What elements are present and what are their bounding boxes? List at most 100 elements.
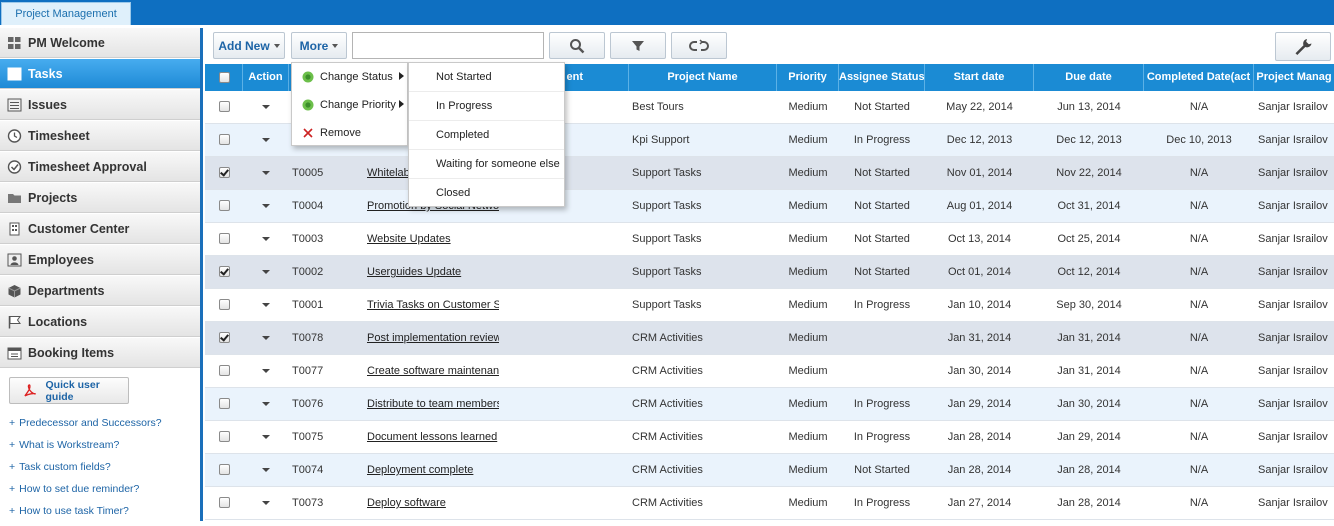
header-start-date[interactable]: Start date	[925, 64, 1034, 91]
menu-item-label: Remove	[320, 127, 361, 139]
header-assignee-status[interactable]: Assignee Status	[839, 64, 925, 91]
task-name-link[interactable]: Document lessons learned	[367, 421, 499, 453]
table-row[interactable]: T0002 Userguides Update Support Tasks Mediu…	[205, 256, 1334, 289]
sidebar-item-issues[interactable]: Issues	[0, 90, 200, 120]
sidebar-item-employees[interactable]: Employees	[0, 245, 200, 275]
help-link-label: How to use task Timer?	[19, 505, 129, 517]
table-row[interactable]: T0001 Trivia Tasks on Customer S Support T…	[205, 289, 1334, 322]
row-checkbox[interactable]	[219, 431, 230, 442]
table-row[interactable]: T0003 Website Updates Support Tasks Medium N…	[205, 223, 1334, 256]
row-checkbox[interactable]	[219, 266, 230, 277]
header-project-manager[interactable]: Project Manag	[1254, 64, 1334, 91]
help-link[interactable]: + Predecessor and Successors?	[9, 416, 162, 438]
header-project-name[interactable]: Project Name	[629, 64, 777, 91]
plus-icon: +	[9, 483, 16, 495]
chevron-down-icon[interactable]	[262, 270, 270, 274]
chevron-down-icon[interactable]	[262, 435, 270, 439]
menu-item-change-priority[interactable]: Change Priority	[292, 91, 407, 119]
chevron-down-icon[interactable]	[262, 303, 270, 307]
assignee-status	[839, 355, 925, 387]
submenu-item-completed[interactable]: Completed	[409, 121, 564, 150]
table-row[interactable]: T0074 Deployment complete CRM Activities Me…	[205, 454, 1334, 487]
chevron-down-icon[interactable]	[262, 105, 270, 109]
quick-user-guide-button[interactable]: Quick user guide	[9, 377, 129, 404]
header-due-date[interactable]: Due date	[1034, 64, 1144, 91]
search-input[interactable]	[352, 32, 544, 59]
header-action[interactable]: Action	[243, 64, 289, 91]
project-manager: Sanjar Israilov	[1258, 365, 1328, 377]
help-link[interactable]: + Task custom fields?	[9, 460, 162, 482]
table-row[interactable]: T0073 Deploy software CRM Activities Medium…	[205, 487, 1334, 520]
project-name: Support Tasks	[632, 200, 702, 212]
menu-item-change-status[interactable]: Change Status	[292, 63, 407, 91]
sidebar-divider[interactable]	[200, 28, 203, 521]
chevron-down-icon[interactable]	[262, 501, 270, 505]
task-name-link[interactable]: Create software maintenan	[367, 355, 499, 387]
task-name-link[interactable]: Post implementation review	[367, 322, 499, 354]
table-row[interactable]: T0077 Create software maintenan CRM Activi…	[205, 355, 1334, 388]
refresh-button[interactable]	[671, 32, 727, 59]
sidebar-item-pm-welcome[interactable]: PM Welcome	[0, 28, 200, 58]
task-name-link[interactable]: Website Updates	[367, 223, 499, 255]
row-checkbox[interactable]	[219, 398, 230, 409]
help-link[interactable]: + How to set due reminder?	[9, 482, 162, 504]
row-checkbox[interactable]	[219, 299, 230, 310]
submenu-item-in-progress[interactable]: In Progress	[409, 92, 564, 121]
sidebar-item-departments[interactable]: Departments	[0, 276, 200, 306]
header-completed-date[interactable]: Completed Date(act	[1144, 64, 1254, 91]
chevron-down-icon[interactable]	[262, 204, 270, 208]
row-checkbox[interactable]	[219, 233, 230, 244]
row-checkbox[interactable]	[219, 101, 230, 112]
sidebar-item-booking-items[interactable]: Booking Items	[0, 338, 200, 368]
task-name-link[interactable]: Userguides Update	[367, 256, 499, 288]
row-checkbox[interactable]	[219, 167, 230, 178]
search-button[interactable]	[549, 32, 605, 59]
table-row[interactable]: T0075 Document lessons learned CRM Activit…	[205, 421, 1334, 454]
task-name-link[interactable]: Trivia Tasks on Customer S	[367, 289, 499, 321]
filter-button[interactable]	[610, 32, 666, 59]
table-row[interactable]: T0004Promotion by Social NetworSupport T…	[205, 190, 1334, 223]
settings-button[interactable]	[1275, 32, 1331, 61]
row-checkbox[interactable]	[219, 497, 230, 508]
help-link[interactable]: + What is Workstream?	[9, 438, 162, 460]
chevron-down-icon[interactable]	[262, 402, 270, 406]
sidebar-item-label: Projects	[28, 190, 78, 205]
table-row[interactable]: T0076 Distribute to team members CRM Activ…	[205, 388, 1334, 421]
select-all-checkbox[interactable]	[219, 72, 230, 83]
header-priority[interactable]: Priority	[777, 64, 839, 91]
sidebar-item-projects[interactable]: Projects	[0, 183, 200, 213]
task-name-link[interactable]: Deployment complete	[367, 454, 499, 486]
row-checkbox[interactable]	[219, 332, 230, 343]
row-checkbox[interactable]	[219, 200, 230, 211]
task-name-link[interactable]: Deploy software	[367, 487, 499, 519]
more-button[interactable]: More	[291, 32, 347, 59]
sidebar-item-timesheet[interactable]: Timesheet	[0, 121, 200, 151]
task-id: T0075	[292, 431, 324, 443]
start-date: Jan 10, 2014	[947, 299, 1012, 311]
chevron-down-icon[interactable]	[262, 171, 270, 175]
sidebar-item-tasks[interactable]: Tasks	[0, 59, 200, 89]
chevron-down-icon[interactable]	[262, 468, 270, 472]
due-date: Oct 31, 2014	[1057, 200, 1121, 212]
chevron-down-icon[interactable]	[262, 336, 270, 340]
chevron-down-icon[interactable]	[262, 369, 270, 373]
row-checkbox[interactable]	[219, 134, 230, 145]
app-tab-project-management[interactable]: Project Management	[1, 2, 131, 25]
add-new-button[interactable]: Add New	[213, 32, 285, 59]
row-checkbox[interactable]	[219, 365, 230, 376]
chevron-down-icon[interactable]	[262, 138, 270, 142]
submenu-item-waiting-for-someone-else[interactable]: Waiting for someone else	[409, 150, 564, 179]
chevron-down-icon[interactable]	[262, 237, 270, 241]
submenu-item-closed[interactable]: Closed	[409, 179, 564, 207]
help-link[interactable]: + How to use task Timer?	[9, 504, 162, 526]
table-row[interactable]: T0078 Post implementation review CRM Activ…	[205, 322, 1334, 355]
menu-item-remove[interactable]: Remove	[292, 119, 407, 147]
table-row[interactable]: T0005 Whitelab Support Tasks Medium Not Star…	[205, 157, 1334, 190]
sidebar-item-locations[interactable]: Locations	[0, 307, 200, 337]
sidebar-item-timesheet-approval[interactable]: Timesheet Approval	[0, 152, 200, 182]
task-name-link[interactable]: Distribute to team members	[367, 388, 499, 420]
row-checkbox[interactable]	[219, 464, 230, 475]
sidebar-item-customer-center[interactable]: Customer Center	[0, 214, 200, 244]
submenu-item-not-started[interactable]: Not Started	[409, 63, 564, 92]
help-link-label: How to set due reminder?	[19, 483, 140, 495]
